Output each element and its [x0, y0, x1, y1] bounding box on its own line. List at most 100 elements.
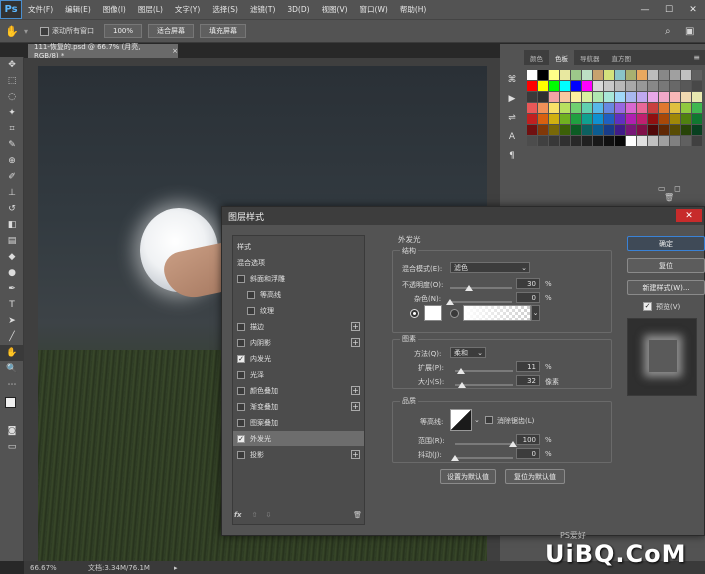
jitter-slider-track[interactable]: [455, 457, 513, 459]
color-swatch[interactable]: [571, 103, 581, 113]
healing-brush-tool-icon[interactable]: ⊕: [0, 153, 24, 169]
lasso-tool-icon[interactable]: ◌: [0, 89, 24, 105]
new-style-button[interactable]: 新建样式(W)...: [627, 280, 705, 295]
jitter-input[interactable]: 0: [516, 448, 540, 459]
color-swatch[interactable]: [692, 136, 702, 146]
make-default-button[interactable]: 设置为默认值: [440, 469, 496, 484]
color-swatch[interactable]: [593, 92, 603, 102]
color-swatch[interactable]: [626, 125, 636, 135]
color-swatch[interactable]: [637, 103, 647, 113]
color-swatch[interactable]: [549, 92, 559, 102]
color-swatch[interactable]: [527, 114, 537, 124]
glow-color-swatch[interactable]: [424, 305, 442, 321]
color-swatch[interactable]: [692, 125, 702, 135]
color-swatch[interactable]: [692, 92, 702, 102]
color-swatch[interactable]: [670, 103, 680, 113]
color-swatch[interactable]: [538, 136, 548, 146]
solid-color-radio[interactable]: [410, 309, 419, 318]
color-swatch[interactable]: [549, 136, 559, 146]
color-swatch[interactable]: [648, 136, 658, 146]
more-tools-icon[interactable]: ⋯: [0, 377, 24, 393]
color-swatch[interactable]: [560, 103, 570, 113]
color-swatch[interactable]: [549, 114, 559, 124]
gradient-tool-icon[interactable]: ▤: [0, 233, 24, 249]
move-down-icon[interactable]: ⇩: [265, 511, 271, 519]
style-item[interactable]: 描边 +: [233, 319, 364, 334]
jitter-slider-thumb[interactable]: [451, 455, 459, 461]
color-swatch[interactable]: [560, 92, 570, 102]
reset-default-button[interactable]: 复位为默认值: [505, 469, 565, 484]
spread-input[interactable]: 11: [516, 361, 540, 372]
style-checkbox[interactable]: [247, 306, 255, 315]
color-swatch[interactable]: [527, 136, 537, 146]
hand-tool-icon[interactable]: ✋: [0, 345, 24, 361]
add-style-icon[interactable]: +: [351, 322, 360, 331]
technique-select[interactable]: 柔和 ⌄: [450, 347, 486, 358]
stamp-tool-icon[interactable]: ⊥: [0, 185, 24, 201]
document-tab[interactable]: 111-恢复的.psd @ 66.7% (月亮, RGB/8) * ×: [28, 43, 178, 60]
add-style-icon[interactable]: +: [351, 402, 360, 411]
tab-color[interactable]: 颜色: [524, 50, 549, 65]
color-swatch[interactable]: [538, 70, 548, 80]
color-swatch[interactable]: [593, 114, 603, 124]
tab-swatches[interactable]: 色板: [549, 50, 574, 65]
dodge-tool-icon[interactable]: ●: [0, 265, 24, 281]
color-swatch[interactable]: [648, 114, 658, 124]
range-input[interactable]: 100: [516, 434, 540, 445]
style-item[interactable]: 等高线: [233, 287, 364, 302]
dialog-close-button[interactable]: ✕: [676, 209, 702, 222]
color-swatch[interactable]: [571, 81, 581, 91]
workspace-icon[interactable]: ▣: [685, 26, 705, 37]
color-swatch[interactable]: [615, 92, 625, 102]
size-slider-thumb[interactable]: [458, 382, 467, 388]
color-swatch[interactable]: [670, 92, 680, 102]
move-up-icon[interactable]: ⇧: [252, 511, 258, 519]
color-swatch[interactable]: [582, 136, 592, 146]
style-item[interactable]: 颜色叠加 +: [233, 383, 364, 398]
adjust-icon[interactable]: ⇌: [503, 110, 521, 126]
color-swatch[interactable]: [560, 136, 570, 146]
color-swatch[interactable]: [527, 70, 537, 80]
color-swatch[interactable]: [604, 136, 614, 146]
style-checkbox[interactable]: [237, 402, 245, 411]
color-swatch[interactable]: [681, 103, 691, 113]
color-swatch[interactable]: [626, 81, 636, 91]
color-swatch[interactable]: [681, 125, 691, 135]
line-tool-icon[interactable]: ╱: [0, 329, 24, 345]
color-swatch[interactable]: [637, 136, 647, 146]
hand-tool-icon[interactable]: ✋: [0, 25, 24, 38]
preview-checkbox[interactable]: ✓: [643, 302, 652, 311]
styles-header[interactable]: 样式: [233, 239, 364, 254]
menu-file[interactable]: 文件(F): [22, 4, 59, 15]
maximize-button[interactable]: ☐: [657, 5, 681, 15]
status-arrow-icon[interactable]: ▸: [174, 564, 178, 572]
gradient-picker[interactable]: [463, 305, 531, 321]
style-checkbox[interactable]: [237, 274, 245, 283]
screen-mode-icon[interactable]: ▭: [0, 439, 24, 455]
style-checkbox[interactable]: [237, 338, 245, 347]
document-tab-close[interactable]: ×: [172, 47, 178, 55]
color-swatch[interactable]: [527, 81, 537, 91]
color-swatch[interactable]: [681, 136, 691, 146]
path-select-tool-icon[interactable]: ➤: [0, 313, 24, 329]
color-swatch[interactable]: [604, 92, 614, 102]
pen-tool-icon[interactable]: ✒: [0, 281, 24, 297]
color-swatch[interactable]: [604, 114, 614, 124]
color-swatch[interactable]: [659, 125, 669, 135]
reset-button[interactable]: 复位: [627, 258, 705, 273]
color-swatch[interactable]: [659, 103, 669, 113]
color-swatch[interactable]: [615, 114, 625, 124]
color-swatch[interactable]: [538, 81, 548, 91]
color-swatch[interactable]: [626, 92, 636, 102]
color-swatch[interactable]: [604, 81, 614, 91]
noise-slider-track[interactable]: [450, 301, 512, 303]
color-swatch[interactable]: [549, 125, 559, 135]
actions-icon[interactable]: ▶: [503, 91, 521, 107]
color-swatch[interactable]: [549, 103, 559, 113]
tool-preset-chevron-icon[interactable]: ▾: [24, 27, 34, 36]
color-swatch[interactable]: [648, 81, 658, 91]
color-swatch[interactable]: [637, 92, 647, 102]
tab-histogram[interactable]: 直方图: [606, 50, 638, 65]
color-swatch[interactable]: [527, 103, 537, 113]
quick-mask-icon[interactable]: ◙: [0, 423, 24, 439]
